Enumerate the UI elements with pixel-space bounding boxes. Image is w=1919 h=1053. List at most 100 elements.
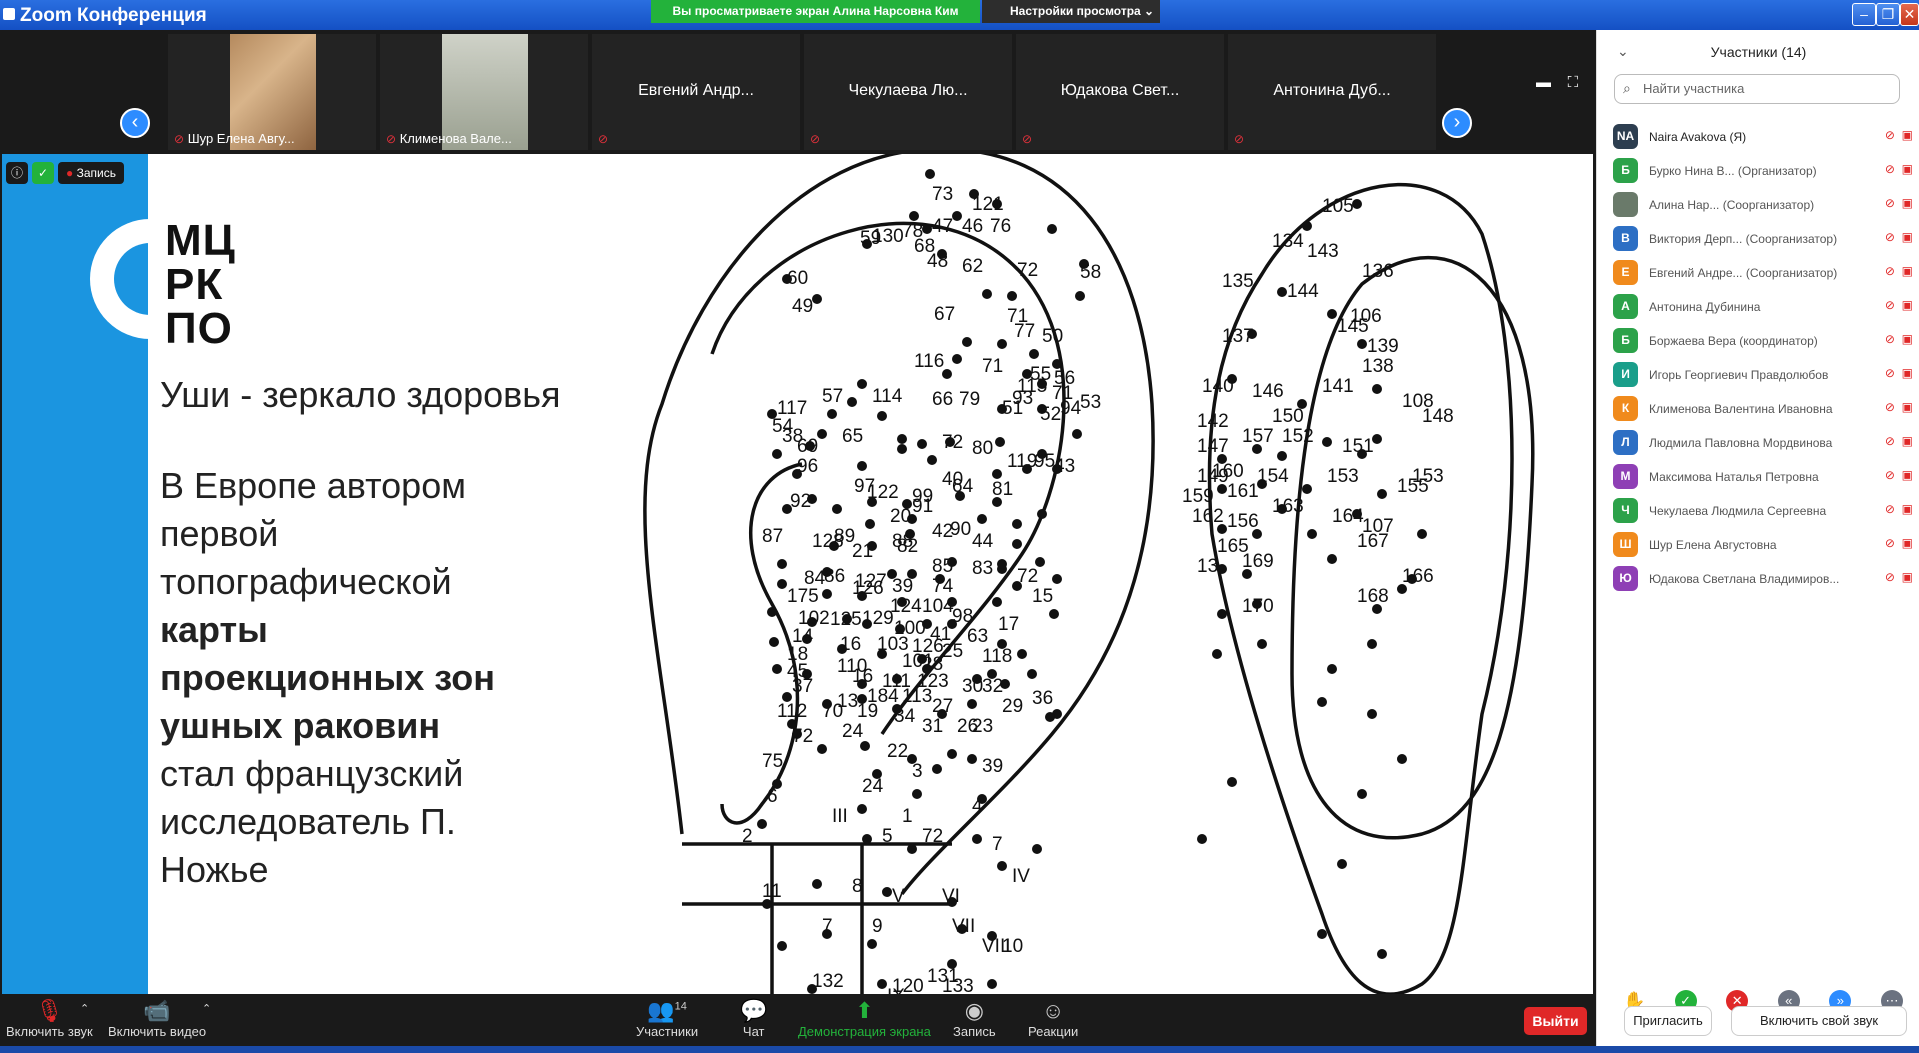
close-button[interactable]: ✕ xyxy=(1900,3,1919,26)
muted-mic-icon: ⊘ xyxy=(174,132,185,146)
muted-mic-icon: ⊘ xyxy=(1884,570,1895,584)
acupoint-label: 135 xyxy=(1222,271,1254,292)
unmute-me-button[interactable]: Включить свой звук xyxy=(1731,1006,1907,1036)
participant-row[interactable]: Алина Нар... (Соорганизатор) ⊘ ▣ xyxy=(1613,188,1913,222)
acupoint-label: 125 xyxy=(830,609,862,630)
shield-icon[interactable]: ✓ xyxy=(32,162,54,184)
layout-icon[interactable]: ▬ xyxy=(1536,74,1551,91)
acupoint-dot xyxy=(777,941,787,951)
reactions-icon: ☺ xyxy=(1041,998,1065,1023)
acupoint-label: 24 xyxy=(862,776,884,797)
info-icon[interactable]: ⓘ xyxy=(6,162,28,184)
start-video-label: Включить видео xyxy=(108,1024,207,1039)
participant-name: Виктория Дерп... (Соорганизатор) xyxy=(1649,232,1838,246)
acupoint-dot xyxy=(912,789,922,799)
video-tile[interactable]: ⊘ Шур Елена Авгу... xyxy=(168,34,376,150)
participant-status-icons: ⊘ ▣ xyxy=(1885,366,1913,380)
share-screen-label: Демонстрация экрана xyxy=(798,1024,931,1039)
participant-row[interactable]: К Клименова Валентина Ивановна ⊘ ▣ xyxy=(1613,392,1913,426)
strip-prev-button[interactable]: ‹ xyxy=(120,108,150,138)
acupoint-label: 49 xyxy=(792,296,813,317)
participant-status-icons: ⊘ ▣ xyxy=(1885,468,1913,482)
acupoint-label: 42 xyxy=(932,521,953,542)
video-off-icon: ▣ xyxy=(1901,332,1913,346)
leave-button[interactable]: Выйти xyxy=(1524,1007,1587,1035)
acupoint-label: 24 xyxy=(842,721,864,742)
video-options-caret[interactable]: ⌃ xyxy=(202,1002,211,1015)
acupoint-label: 114 xyxy=(872,386,903,407)
video-tile[interactable]: Евгений Андр... ⊘ xyxy=(592,34,800,150)
participant-row[interactable]: М Максимова Наталья Петровна ⊘ ▣ xyxy=(1613,460,1913,494)
participant-row[interactable]: Ч Чекулаева Людмила Сергеевна ⊘ ▣ xyxy=(1613,494,1913,528)
video-tile[interactable]: Юдакова Свет... ⊘ xyxy=(1016,34,1224,150)
participants-button[interactable]: 👥14 Участники xyxy=(636,998,698,1039)
acupoint-dot xyxy=(812,879,822,889)
acupoint-dot xyxy=(857,379,867,389)
acupoint-label: 140 xyxy=(1202,376,1234,397)
acupoint-label: 153 xyxy=(1327,466,1359,487)
invite-button[interactable]: Пригласить xyxy=(1624,1006,1712,1036)
restore-button[interactable]: ❐ xyxy=(1876,3,1900,26)
video-tile[interactable]: Антонина Дуб... ⊘ xyxy=(1228,34,1436,150)
acupoint-label: 16 xyxy=(840,634,861,655)
acupoint-dot xyxy=(977,514,987,524)
participant-status-icons: ⊘ ▣ xyxy=(1885,298,1913,312)
acupoint-label: 29 xyxy=(1002,696,1023,717)
record-button[interactable]: ◉ Запись xyxy=(953,998,996,1039)
participant-status-icons: ⊘ ▣ xyxy=(1885,196,1913,210)
participant-status-icons: ⊘ ▣ xyxy=(1885,230,1913,244)
video-off-icon: ▣ xyxy=(1901,502,1913,516)
acupoint-label: 72 xyxy=(792,726,813,747)
participants-count: 14 xyxy=(674,1000,687,1013)
participant-row[interactable]: Ю Юдакова Светлана Владимиров... ⊘ ▣ xyxy=(1613,562,1913,596)
acupoint-label: 70 xyxy=(822,701,843,722)
video-tile[interactable]: Чекулаева Лю... ⊘ xyxy=(804,34,1012,150)
participant-search-input[interactable]: ⌕ Найти участника xyxy=(1614,74,1900,104)
fullscreen-icon[interactable]: ⛶ xyxy=(1568,74,1579,91)
acupoint-label: 93 xyxy=(1012,388,1033,409)
acupoint-label: 69 xyxy=(797,436,818,457)
video-off-icon: ▣ xyxy=(1901,366,1913,380)
acupoint-dot xyxy=(1277,287,1287,297)
participant-row[interactable]: NA Naira Avakova (Я) ⊘ ▣ xyxy=(1613,120,1913,154)
participant-row[interactable]: Б Боржаева Вера (координатор) ⊘ ▣ xyxy=(1613,324,1913,358)
acupoint-label: 30 xyxy=(962,676,983,697)
acupoint-label: 31 xyxy=(922,716,943,737)
strip-next-button[interactable]: › xyxy=(1442,108,1472,138)
participant-row[interactable]: Е Евгений Андре... (Соорганизатор) ⊘ ▣ xyxy=(1613,256,1913,290)
acupoint-dot xyxy=(769,637,779,647)
acupoint-label: 43 xyxy=(1054,456,1075,477)
participant-row[interactable]: Б Бурко Нина В... (Организатор) ⊘ ▣ xyxy=(1613,154,1913,188)
participant-status-icons: ⊘ ▣ xyxy=(1885,264,1913,278)
acupoint-label: 154 xyxy=(1257,466,1289,487)
avatar: Е xyxy=(1613,260,1638,285)
acupoint-label: 168 xyxy=(1357,586,1389,607)
video-tile[interactable]: ⊘ Клименова Вале... xyxy=(380,34,588,150)
unmute-label: Включить звук xyxy=(6,1024,93,1039)
view-options-button[interactable]: Настройки просмотра ⌄ xyxy=(982,0,1160,23)
participant-row[interactable]: И Игорь Георгиевич Правдолюбов ⊘ ▣ xyxy=(1613,358,1913,392)
participant-row[interactable]: А Антонина Дубинина ⊘ ▣ xyxy=(1613,290,1913,324)
acupoint-label: 5 xyxy=(882,826,893,847)
video-strip: ‹ ⊘ Шур Елена Авгу... ⊘ Клименова Вале..… xyxy=(0,30,1596,154)
acupoint-label: 113 xyxy=(902,686,932,707)
share-screen-button[interactable]: ⬆ Демонстрация экрана xyxy=(798,998,931,1039)
acupoint-label: 3 xyxy=(912,761,923,782)
participant-row[interactable]: Ш Шур Елена Августовна ⊘ ▣ xyxy=(1613,528,1913,562)
participant-row[interactable]: Л Людмила Павловна Мордвинова ⊘ ▣ xyxy=(1613,426,1913,460)
acupoint-label: 15 xyxy=(1032,586,1053,607)
acupoint-dot xyxy=(1397,754,1407,764)
minimize-button[interactable]: – xyxy=(1852,3,1876,26)
acupoint-dot xyxy=(1357,789,1367,799)
participant-row[interactable]: В Виктория Дерп... (Соорганизатор) ⊘ ▣ xyxy=(1613,222,1913,256)
reactions-button[interactable]: ☺ Реакции xyxy=(1028,998,1078,1039)
chat-button[interactable]: 💬 Чат xyxy=(740,998,767,1039)
audio-options-caret[interactable]: ⌃ xyxy=(80,1002,89,1015)
viewing-banner: Вы просматриваете экран Алина Нарсовна К… xyxy=(651,0,980,23)
video-off-icon: ▣ xyxy=(1901,128,1913,142)
chevron-down-icon: ⌄ xyxy=(1144,4,1155,18)
acupoint-label: 9 xyxy=(872,916,883,937)
acupoint-label: 87 xyxy=(762,526,783,547)
start-video-button[interactable]: 📹 Включить видео xyxy=(108,998,206,1039)
record-icon: ◉ xyxy=(964,998,984,1023)
